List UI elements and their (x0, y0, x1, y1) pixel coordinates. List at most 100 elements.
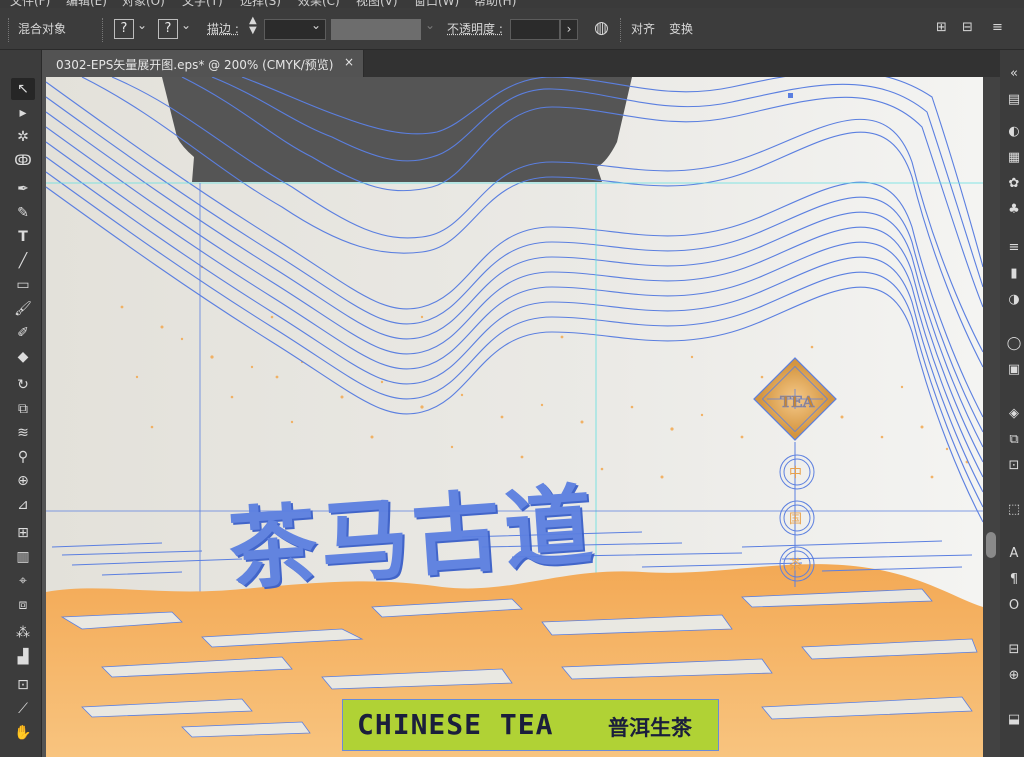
stroke-dropdown-icon[interactable]: ⌄ (181, 18, 191, 32)
stroke-label[interactable]: 描边 : (207, 20, 239, 37)
paragraph-icon[interactable]: ¶ (1004, 570, 1024, 590)
document-tab[interactable]: 0302-EPS矢量展开图.eps* @ 200% (CMYK/预览) × (42, 50, 364, 77)
shape-builder-icon[interactable]: ⊕ (11, 470, 35, 492)
paintbrush-icon[interactable]: 🖌 (11, 298, 35, 320)
artboards-icon[interactable]: ⧉ (1004, 430, 1024, 450)
banner-chinese-text: 普洱生茶 (608, 716, 692, 740)
stroke-icon[interactable]: ≡ (1004, 238, 1024, 258)
diamond-text: TEA (780, 393, 815, 411)
calligraphy-title: 茶马古道 (225, 472, 600, 602)
control-bar: 混合对象 ? ⌄ ? ⌄ 描边 : ▲ ▼ ⌄ ⌄ 不透明度 : › ◍ 对齐 变… (0, 8, 1024, 50)
menu-window[interactable]: 窗口(W) (414, 0, 459, 8)
align-panel-icon[interactable]: ⊟ (1004, 640, 1024, 660)
scrollbar-thumb[interactable] (986, 532, 996, 558)
symbol-sprayer-icon[interactable]: ⁂ (11, 622, 35, 644)
control-bar-grip[interactable] (8, 18, 12, 42)
stroke-stepper-icon[interactable]: ▲ ▼ (249, 16, 257, 36)
warp-icon[interactable]: ≋ (11, 422, 35, 444)
blend-icon[interactable]: ⧈ (11, 594, 35, 616)
mesh-icon[interactable]: ⊞ (11, 522, 35, 544)
vertical-scrollbar[interactable] (983, 77, 1000, 757)
brushes-icon[interactable]: ✿ (1004, 174, 1024, 194)
medallion-char-3: 茶 (789, 557, 802, 573)
pen-icon[interactable]: ✒ (11, 178, 35, 200)
collapse-panel-icon[interactable]: « (1004, 64, 1024, 84)
scale-icon[interactable]: ⧉ (11, 398, 35, 420)
medallion-char-1: 中 (789, 466, 802, 481)
rotate-icon[interactable]: ↻ (11, 374, 35, 396)
divider (620, 18, 624, 42)
links-icon[interactable]: ⊡ (1004, 456, 1024, 476)
color-icon[interactable]: ◐ (1004, 122, 1024, 142)
graph-icon[interactable]: ▟ (11, 646, 35, 668)
pathfinder-icon[interactable]: ⊕ (1004, 666, 1024, 686)
right-panel-dock: « ▤ ◐ ▦ ✿ ♣ ≡ ▮ ◑ ◯ ▣ ◈ ⧉ ⊡ ⬚ A ¶ O ⊟ ⊕ … (1000, 50, 1024, 757)
menu-type[interactable]: 文字(T) (182, 0, 223, 8)
menu-edit[interactable]: 编辑(E) (66, 0, 107, 8)
divider (102, 18, 106, 42)
appearance-icon[interactable]: ◯ (1004, 334, 1024, 354)
medallion-char-2: 国 (789, 512, 802, 527)
gradient-icon[interactable]: ▥ (11, 546, 35, 568)
transform-panel-icon[interactable]: ⬓ (1004, 710, 1024, 730)
libraries-icon[interactable]: ⬚ (1004, 500, 1024, 520)
opacity-arrow-icon[interactable]: › (560, 19, 578, 40)
gradient-panel-icon[interactable]: ▮ (1004, 264, 1024, 284)
transparency-icon[interactable]: ◑ (1004, 290, 1024, 310)
swatches-icon[interactable]: ▦ (1004, 148, 1024, 168)
banner-english-text: CHINESE TEA (357, 708, 554, 741)
anchor-point[interactable] (788, 93, 793, 98)
slice-icon[interactable]: ⟋ (11, 698, 35, 720)
document-tab-bar: 0302-EPS矢量展开图.eps* @ 200% (CMYK/预览) × (42, 50, 1000, 77)
artboard-icon[interactable]: ⊡ (11, 674, 35, 696)
rectangle-icon[interactable]: ▭ (11, 274, 35, 296)
selection-icon[interactable]: ↖ (11, 78, 35, 100)
blob-brush-icon[interactable]: ✐ (11, 322, 35, 344)
recolor-icon[interactable]: ◍ (594, 18, 609, 38)
arrange-icon[interactable]: ⊞ (936, 20, 947, 35)
menu-effect[interactable]: 效果(C) (298, 0, 340, 8)
document-tab-title: 0302-EPS矢量展开图.eps* @ 200% (CMYK/预览) (56, 58, 334, 72)
direct-selection-icon[interactable]: ▸ (11, 102, 35, 124)
transform-link[interactable]: 变换 (669, 20, 693, 37)
hand-icon[interactable]: ✋ (11, 722, 35, 744)
magic-wand-icon[interactable]: ✲ (11, 126, 35, 148)
profile-dropdown-icon[interactable]: ⌄ (425, 18, 435, 32)
fill-dropdown-icon[interactable]: ⌄ (137, 18, 147, 32)
menu-object[interactable]: 对象(O) (122, 0, 165, 8)
line-icon[interactable]: ╱ (11, 250, 35, 272)
tools-panel: ↖ ▸ ✲ ↂ ✒ ✎ T ╱ ▭ 🖌 ✐ ◆ ↻ ⧉ ≋ ⚲ ⊕ ⊿ ⊞ ▥ … (0, 50, 42, 757)
canvas[interactable]: TEA 中 国 茶 茶马古道 CHINESE TEA 普洱生茶 (42, 77, 983, 757)
menu-help[interactable]: 帮助(H) (474, 0, 516, 8)
close-icon[interactable]: × (344, 55, 354, 69)
menu-select[interactable]: 选择(S) (240, 0, 281, 8)
eyedropper-icon[interactable]: ⌖ (11, 570, 35, 592)
puppet-warp-icon[interactable]: ⚲ (11, 446, 35, 468)
artboard-artwork: TEA 中 国 茶 (42, 77, 983, 757)
align-link[interactable]: 对齐 (631, 20, 655, 37)
menu-bar: 文件(F) 编辑(E) 对象(O) 文字(T) 选择(S) 效果(C) 视图(V… (0, 0, 1024, 8)
perspective-icon[interactable]: ⊿ (11, 494, 35, 516)
menu-file[interactable]: 文件(F) (10, 0, 50, 8)
lasso-icon[interactable]: ↂ (11, 150, 35, 172)
opentype-icon[interactable]: O (1004, 596, 1024, 616)
opacity-label[interactable]: 不透明度 : (447, 20, 503, 37)
panel-menu-icon[interactable]: ≡ (992, 20, 1003, 35)
properties-icon[interactable]: ▤ (1004, 90, 1024, 110)
graphic-styles-icon[interactable]: ▣ (1004, 360, 1024, 380)
character-icon[interactable]: A (1004, 544, 1024, 564)
opacity-input[interactable] (510, 19, 560, 40)
chinese-tea-banner: CHINESE TEA 普洱生茶 (342, 699, 719, 751)
object-type-label: 混合对象 (18, 22, 67, 36)
symbols-icon[interactable]: ♣ (1004, 200, 1024, 220)
fill-swatch[interactable]: ? (114, 19, 134, 39)
curvature-icon[interactable]: ✎ (11, 202, 35, 224)
stroke-swatch[interactable]: ? (158, 19, 178, 39)
layers-icon[interactable]: ◈ (1004, 404, 1024, 424)
stroke-weight-dropdown-icon[interactable]: ⌄ (311, 18, 321, 32)
menu-view[interactable]: 视图(V) (356, 0, 398, 8)
distribute-icon[interactable]: ⊟ (962, 20, 973, 35)
variable-width-profile[interactable] (331, 19, 421, 40)
eraser-icon[interactable]: ◆ (11, 346, 35, 368)
type-icon[interactable]: T (11, 226, 35, 248)
